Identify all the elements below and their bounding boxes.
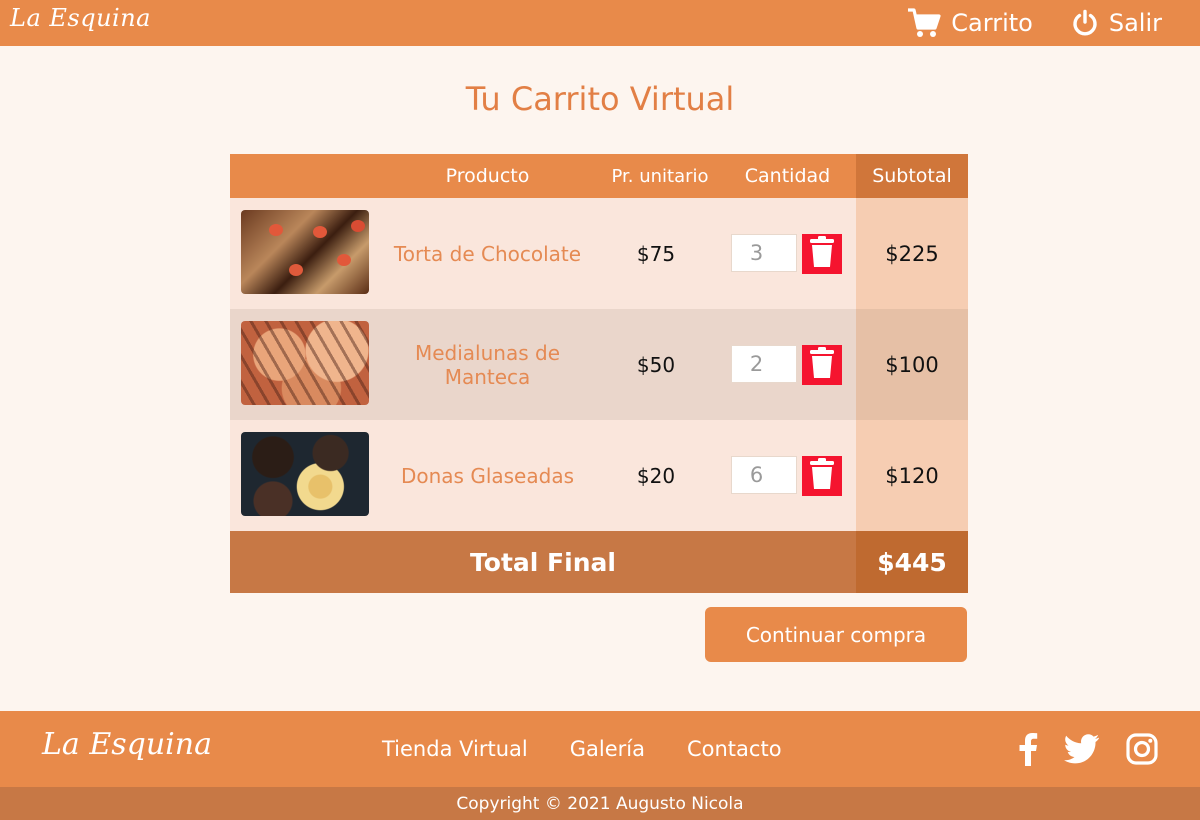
- nav-logout-link[interactable]: Salir: [1071, 9, 1162, 37]
- donuts-image: [241, 432, 369, 516]
- product-name[interactable]: Medialunas de Manteca: [380, 309, 595, 420]
- delete-item-button[interactable]: [802, 234, 842, 274]
- trash-icon: [809, 347, 835, 383]
- trash-icon: [809, 236, 835, 272]
- product-name[interactable]: Donas Glaseadas: [380, 420, 595, 531]
- unit-price: $75: [636, 241, 676, 266]
- cart-total-row: Total Final $445: [230, 531, 968, 593]
- nav-logout-label: Salir: [1108, 9, 1162, 37]
- nav-right: Carrito Salir: [907, 0, 1162, 46]
- twitter-icon[interactable]: [1064, 734, 1100, 764]
- top-navbar: La Esquina Carrito Salir: [0, 0, 1200, 46]
- footer-link-store[interactable]: Tienda Virtual: [382, 737, 528, 761]
- cart-table-header: Producto Pr. unitario Cantidad Subtotal: [230, 154, 968, 198]
- cart-icon: [907, 8, 941, 38]
- instagram-icon[interactable]: [1126, 733, 1158, 765]
- item-subtotal: $100: [885, 352, 939, 377]
- brand-logo[interactable]: La Esquina: [10, 4, 151, 32]
- delete-item-button[interactable]: [802, 456, 842, 496]
- unit-price: $50: [636, 352, 676, 377]
- footer-links: Tienda Virtual Galería Contacto: [382, 711, 782, 787]
- product-name[interactable]: Torta de Chocolate: [380, 198, 595, 309]
- unit-price: $20: [636, 463, 676, 488]
- total-label: Total Final: [470, 547, 616, 577]
- social-links: [1018, 711, 1158, 787]
- footer-link-gallery[interactable]: Galería: [570, 737, 645, 761]
- cart-row: Medialunas de Manteca $50 $100: [230, 309, 968, 420]
- cart-row: Donas Glaseadas $20 $120: [230, 420, 968, 531]
- footer-link-contact[interactable]: Contacto: [687, 737, 782, 761]
- copyright-text: Copyright © 2021 Augusto Nicola: [0, 787, 1200, 820]
- column-header-quantity: Cantidad: [744, 165, 831, 187]
- trash-icon: [809, 458, 835, 494]
- delete-item-button[interactable]: [802, 345, 842, 385]
- continue-purchase-button[interactable]: Continuar compra: [705, 607, 967, 662]
- chocolate-cake-image: [241, 210, 369, 294]
- cart-row: Torta de Chocolate $75 $225: [230, 198, 968, 309]
- nav-cart-label: Carrito: [951, 9, 1033, 37]
- column-header-subtotal: Subtotal: [856, 154, 968, 198]
- power-icon: [1071, 9, 1099, 37]
- column-header-product: Producto: [445, 165, 530, 187]
- total-value: $445: [856, 531, 968, 593]
- quantity-input[interactable]: [731, 456, 797, 494]
- quantity-input[interactable]: [731, 345, 797, 383]
- quantity-input[interactable]: [731, 234, 797, 272]
- nav-cart-link[interactable]: Carrito: [907, 8, 1033, 38]
- page-title: Tu Carrito Virtual: [465, 80, 735, 118]
- item-subtotal: $225: [885, 241, 939, 266]
- item-subtotal: $120: [885, 463, 939, 488]
- facebook-icon[interactable]: [1018, 732, 1038, 766]
- column-header-unit-price: Pr. unitario: [611, 165, 709, 187]
- footer: La Esquina Tienda Virtual Galería Contac…: [0, 711, 1200, 787]
- cart-table: Producto Pr. unitario Cantidad Subtotal …: [230, 154, 968, 593]
- footer-logo[interactable]: La Esquina: [42, 727, 212, 762]
- croissants-image: [241, 321, 369, 405]
